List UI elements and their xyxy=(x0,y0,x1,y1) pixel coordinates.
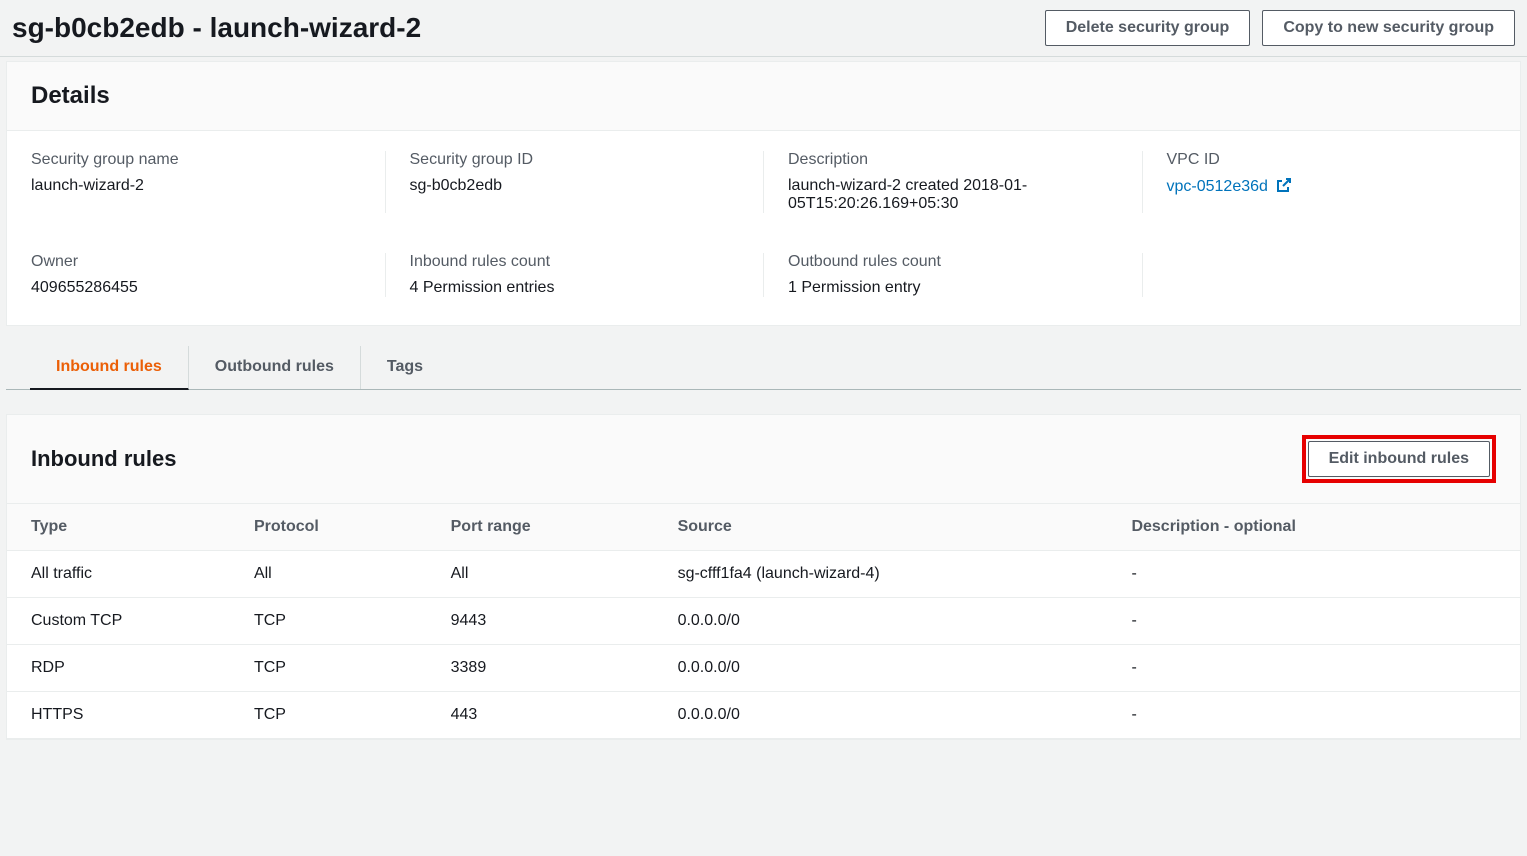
details-row-1: Security group name launch-wizard-2 Secu… xyxy=(31,151,1496,213)
detail-value: vpc-0512e36d xyxy=(1167,177,1497,198)
tab-tags[interactable]: Tags xyxy=(361,346,449,389)
cell-port: 3389 xyxy=(431,645,658,692)
header-actions: Delete security group Copy to new securi… xyxy=(1045,10,1515,46)
inbound-rules-panel: Inbound rules Edit inbound rules Type Pr… xyxy=(6,414,1521,740)
detail-outbound-count: Outbound rules count 1 Permission entry xyxy=(764,253,1143,297)
detail-label: Inbound rules count xyxy=(410,253,740,271)
cell-port: All xyxy=(431,551,658,598)
detail-value: 409655286455 xyxy=(31,279,361,297)
edit-inbound-rules-button[interactable]: Edit inbound rules xyxy=(1308,441,1490,477)
cell-desc: - xyxy=(1111,645,1520,692)
detail-label: VPC ID xyxy=(1167,151,1497,169)
cell-type: Custom TCP xyxy=(7,598,234,645)
cell-type: RDP xyxy=(7,645,234,692)
table-row[interactable]: Custom TCPTCP94430.0.0.0/0- xyxy=(7,598,1520,645)
details-panel-header: Details xyxy=(7,62,1520,131)
cell-protocol: TCP xyxy=(234,692,431,739)
detail-empty xyxy=(1143,253,1497,297)
detail-label: Security group name xyxy=(31,151,361,169)
detail-value: launch-wizard-2 created 2018-01-05T15:20… xyxy=(788,177,1118,213)
cell-port: 9443 xyxy=(431,598,658,645)
detail-inbound-count: Inbound rules count 4 Permission entries xyxy=(386,253,765,297)
cell-type: HTTPS xyxy=(7,692,234,739)
details-panel: Details Security group name launch-wizar… xyxy=(6,61,1521,326)
cell-protocol: TCP xyxy=(234,598,431,645)
detail-description: Description launch-wizard-2 created 2018… xyxy=(764,151,1143,213)
vpc-link[interactable]: vpc-0512e36d xyxy=(1167,178,1268,195)
detail-label: Outbound rules count xyxy=(788,253,1118,271)
cell-type: All traffic xyxy=(7,551,234,598)
inbound-rules-header: Inbound rules Edit inbound rules xyxy=(7,415,1520,504)
detail-owner: Owner 409655286455 xyxy=(31,253,386,297)
cell-protocol: TCP xyxy=(234,645,431,692)
col-type[interactable]: Type xyxy=(7,504,234,551)
cell-source: 0.0.0.0/0 xyxy=(658,645,1112,692)
cell-port: 443 xyxy=(431,692,658,739)
table-row[interactable]: RDPTCP33890.0.0.0/0- xyxy=(7,645,1520,692)
cell-desc: - xyxy=(1111,598,1520,645)
tab-outbound-rules[interactable]: Outbound rules xyxy=(189,346,361,389)
cell-desc: - xyxy=(1111,692,1520,739)
tab-inbound-rules[interactable]: Inbound rules xyxy=(30,346,189,390)
edit-button-highlight: Edit inbound rules xyxy=(1302,435,1496,483)
detail-label: Description xyxy=(788,151,1118,169)
detail-label: Security group ID xyxy=(410,151,740,169)
delete-security-group-button[interactable]: Delete security group xyxy=(1045,10,1251,46)
detail-value: launch-wizard-2 xyxy=(31,177,361,195)
cell-source: sg-cfff1fa4 (launch-wizard-4) xyxy=(658,551,1112,598)
col-port-range[interactable]: Port range xyxy=(431,504,658,551)
details-body: Security group name launch-wizard-2 Secu… xyxy=(7,131,1520,325)
table-header-row: Type Protocol Port range Source Descript… xyxy=(7,504,1520,551)
table-row[interactable]: HTTPSTCP4430.0.0.0/0- xyxy=(7,692,1520,739)
details-title: Details xyxy=(31,82,1496,110)
tabs: Inbound rules Outbound rules Tags xyxy=(6,346,1521,390)
inbound-rules-title: Inbound rules xyxy=(31,446,176,472)
page-header: sg-b0cb2edb - launch-wizard-2 Delete sec… xyxy=(0,0,1527,57)
page-title: sg-b0cb2edb - launch-wizard-2 xyxy=(12,12,421,44)
detail-sg-name: Security group name launch-wizard-2 xyxy=(31,151,386,213)
detail-value: sg-b0cb2edb xyxy=(410,177,740,195)
detail-label: Owner xyxy=(31,253,361,271)
cell-source: 0.0.0.0/0 xyxy=(658,598,1112,645)
table-row[interactable]: All trafficAllAllsg-cfff1fa4 (launch-wiz… xyxy=(7,551,1520,598)
cell-source: 0.0.0.0/0 xyxy=(658,692,1112,739)
col-protocol[interactable]: Protocol xyxy=(234,504,431,551)
cell-protocol: All xyxy=(234,551,431,598)
detail-sg-id: Security group ID sg-b0cb2edb xyxy=(386,151,765,213)
detail-value: 1 Permission entry xyxy=(788,279,1118,297)
details-row-2: Owner 409655286455 Inbound rules count 4… xyxy=(31,253,1496,297)
col-source[interactable]: Source xyxy=(658,504,1112,551)
inbound-rules-table: Type Protocol Port range Source Descript… xyxy=(7,504,1520,739)
detail-vpc-id: VPC ID vpc-0512e36d xyxy=(1143,151,1497,213)
detail-value: 4 Permission entries xyxy=(410,279,740,297)
external-link-icon xyxy=(1276,177,1292,198)
cell-desc: - xyxy=(1111,551,1520,598)
copy-security-group-button[interactable]: Copy to new security group xyxy=(1262,10,1515,46)
col-description[interactable]: Description - optional xyxy=(1111,504,1520,551)
